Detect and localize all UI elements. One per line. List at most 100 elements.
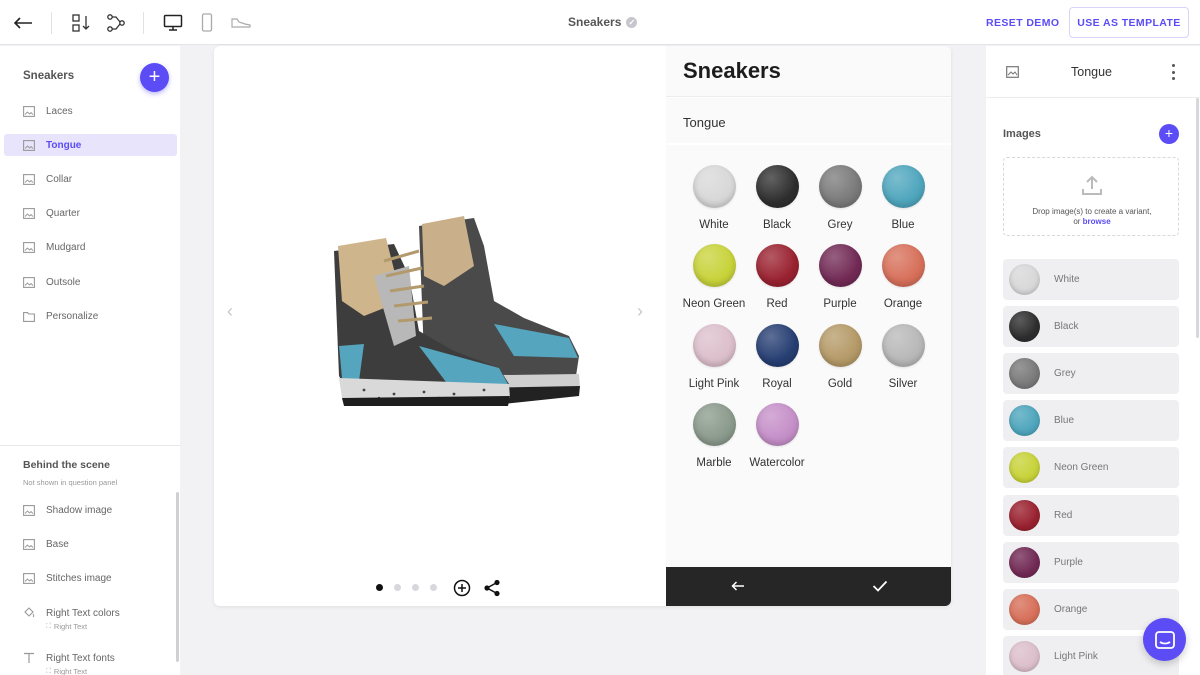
reset-demo-button[interactable]: RESET DEMO bbox=[976, 8, 1069, 38]
color-swatch-light-pink[interactable]: Light Pink bbox=[679, 323, 749, 390]
swatch-color-ball bbox=[692, 244, 736, 288]
sidebar-item-personalize[interactable]: Personalize bbox=[4, 305, 177, 327]
share-icon[interactable] bbox=[483, 579, 501, 597]
swatch-label: Marble bbox=[696, 456, 732, 469]
color-swatch-white[interactable]: White bbox=[679, 165, 749, 231]
swatch-label: Orange bbox=[883, 298, 923, 311]
confirm-check-icon[interactable] bbox=[867, 575, 893, 597]
top-bar: Sneakers ✓ RESET DEMO USE AS TEMPLATE bbox=[0, 0, 1200, 45]
image-icon bbox=[23, 572, 35, 584]
color-swatch-silver[interactable]: Silver bbox=[868, 323, 938, 390]
panel-section-label: Tongue bbox=[683, 115, 726, 130]
variant-thumbnail bbox=[1009, 405, 1040, 437]
sidebar-item-right-text-fonts[interactable]: Right Text fonts bbox=[4, 647, 177, 669]
swatch-color-ball bbox=[881, 165, 925, 208]
swatch-label: Neon Green bbox=[682, 298, 746, 311]
swatch-label: Blue bbox=[891, 219, 915, 231]
variant-label: Light Pink bbox=[1054, 650, 1098, 662]
sidebar-item-laces[interactable]: Laces bbox=[4, 100, 177, 122]
swatch-label: Light Pink bbox=[688, 377, 740, 390]
swatch-color-ball bbox=[818, 244, 862, 288]
sidebar-item-base[interactable]: Base bbox=[4, 533, 177, 555]
carousel-dot[interactable] bbox=[412, 584, 419, 591]
color-swatch-purple[interactable]: Purple bbox=[805, 244, 875, 310]
toolbar-divider bbox=[51, 12, 52, 34]
zoom-in-icon[interactable] bbox=[453, 579, 471, 597]
back-arrow-icon[interactable] bbox=[11, 11, 35, 35]
sidebar-item-right-text-colors[interactable]: Right Text colors bbox=[4, 602, 177, 624]
layers-sidebar: Sneakers + Laces Tongue Collar Quarter Mudga… bbox=[0, 46, 180, 675]
color-swatch-gold[interactable]: Gold bbox=[805, 323, 875, 390]
swatch-label: Grey bbox=[827, 219, 853, 231]
chat-support-button[interactable] bbox=[1143, 618, 1186, 661]
previous-step-icon[interactable] bbox=[725, 575, 751, 597]
add-layer-button[interactable]: + bbox=[140, 63, 169, 92]
image-icon bbox=[23, 538, 35, 550]
sort-layers-icon[interactable] bbox=[69, 11, 93, 35]
color-swatch-royal[interactable]: Royal bbox=[742, 323, 812, 390]
image-dropzone[interactable]: Drop image(s) to create a variant, or br… bbox=[1003, 157, 1179, 236]
sidebar-item-tongue[interactable]: Tongue bbox=[4, 134, 177, 157]
next-view-arrow-icon[interactable]: › bbox=[637, 301, 643, 322]
variant-label: Orange bbox=[1054, 603, 1088, 615]
sidebar-item-mudgard[interactable]: Mudgard bbox=[4, 237, 177, 259]
variant-row-purple[interactable]: Purple bbox=[1003, 541, 1179, 583]
carousel-dot[interactable] bbox=[430, 584, 437, 591]
swatch-color-ball bbox=[818, 165, 862, 208]
sidebar-item-label: Personalize bbox=[46, 310, 99, 322]
variant-row-blue[interactable]: Blue bbox=[1003, 400, 1179, 442]
variant-row-black[interactable]: Black bbox=[1003, 306, 1179, 348]
color-swatch-neon-green[interactable]: Neon Green bbox=[679, 244, 749, 310]
sidebar-item-collar[interactable]: Collar bbox=[4, 168, 177, 190]
sidebar-item-label: Base bbox=[46, 538, 69, 550]
carousel-dot[interactable] bbox=[394, 584, 401, 591]
upload-icon bbox=[1082, 175, 1102, 195]
variant-thumbnail bbox=[1009, 640, 1040, 672]
swatch-color-ball bbox=[692, 323, 736, 367]
properties-scrollbar[interactable] bbox=[1196, 98, 1199, 338]
swatch-color-ball bbox=[881, 323, 925, 367]
carousel-dot[interactable] bbox=[376, 584, 383, 591]
image-icon bbox=[23, 242, 35, 254]
variant-row-white[interactable]: White bbox=[1003, 259, 1179, 300]
variant-row-red[interactable]: Red bbox=[1003, 494, 1179, 536]
swatch-label: Gold bbox=[827, 377, 853, 390]
shoe-icon[interactable] bbox=[229, 11, 253, 35]
layer-link-label: ⛶ Right Text bbox=[46, 667, 87, 675]
desktop-icon[interactable] bbox=[161, 11, 185, 35]
sidebar-item-quarter[interactable]: Quarter bbox=[4, 203, 177, 225]
variant-thumbnail bbox=[1009, 499, 1040, 531]
sidebar-item-label: Shadow image bbox=[46, 504, 113, 516]
swatch-color-ball bbox=[692, 165, 736, 208]
link-icon: ⛶ bbox=[46, 622, 51, 630]
variant-label: Purple bbox=[1054, 556, 1083, 568]
variant-label: Red bbox=[1054, 509, 1073, 521]
browse-link[interactable]: browse bbox=[1083, 217, 1111, 226]
color-swatch-black[interactable]: Black bbox=[742, 165, 812, 231]
swatch-color-ball bbox=[755, 323, 799, 367]
color-swatch-orange[interactable]: Orange bbox=[868, 244, 938, 310]
sidebar-scrollbar[interactable] bbox=[176, 492, 179, 662]
color-swatch-blue[interactable]: Blue bbox=[868, 165, 938, 231]
sidebar-item-stitches-image[interactable]: Stitches image bbox=[4, 567, 177, 589]
color-swatch-watercolor[interactable]: Watercolor bbox=[742, 402, 812, 469]
variant-row-neon-green[interactable]: Neon Green bbox=[1003, 447, 1179, 489]
color-swatch-red[interactable]: Red bbox=[742, 244, 812, 310]
add-image-button[interactable]: + bbox=[1159, 124, 1179, 144]
mobile-icon[interactable] bbox=[195, 11, 219, 35]
check-badge-icon: ✓ bbox=[626, 16, 638, 28]
more-options-icon[interactable] bbox=[1169, 64, 1177, 80]
sidebar-item-label: Mudgard bbox=[46, 242, 86, 254]
sidebar-item-outsole[interactable]: Outsole bbox=[4, 271, 177, 293]
swatch-color-ball bbox=[881, 244, 925, 288]
sidebar-item-shadow-image[interactable]: Shadow image bbox=[4, 499, 177, 521]
variant-row-grey[interactable]: Grey bbox=[1003, 353, 1179, 395]
previous-view-arrow-icon[interactable]: ‹ bbox=[227, 301, 233, 322]
variant-label: Black bbox=[1054, 321, 1079, 333]
color-swatch-grey[interactable]: Grey bbox=[805, 165, 875, 231]
behind-scene-title: Behind the scene bbox=[23, 459, 110, 471]
color-swatch-marble[interactable]: Marble bbox=[679, 402, 749, 469]
logic-flow-icon[interactable] bbox=[104, 11, 128, 35]
use-as-template-button[interactable]: USE AS TEMPLATE bbox=[1069, 7, 1189, 38]
swatch-label: Red bbox=[766, 298, 788, 311]
